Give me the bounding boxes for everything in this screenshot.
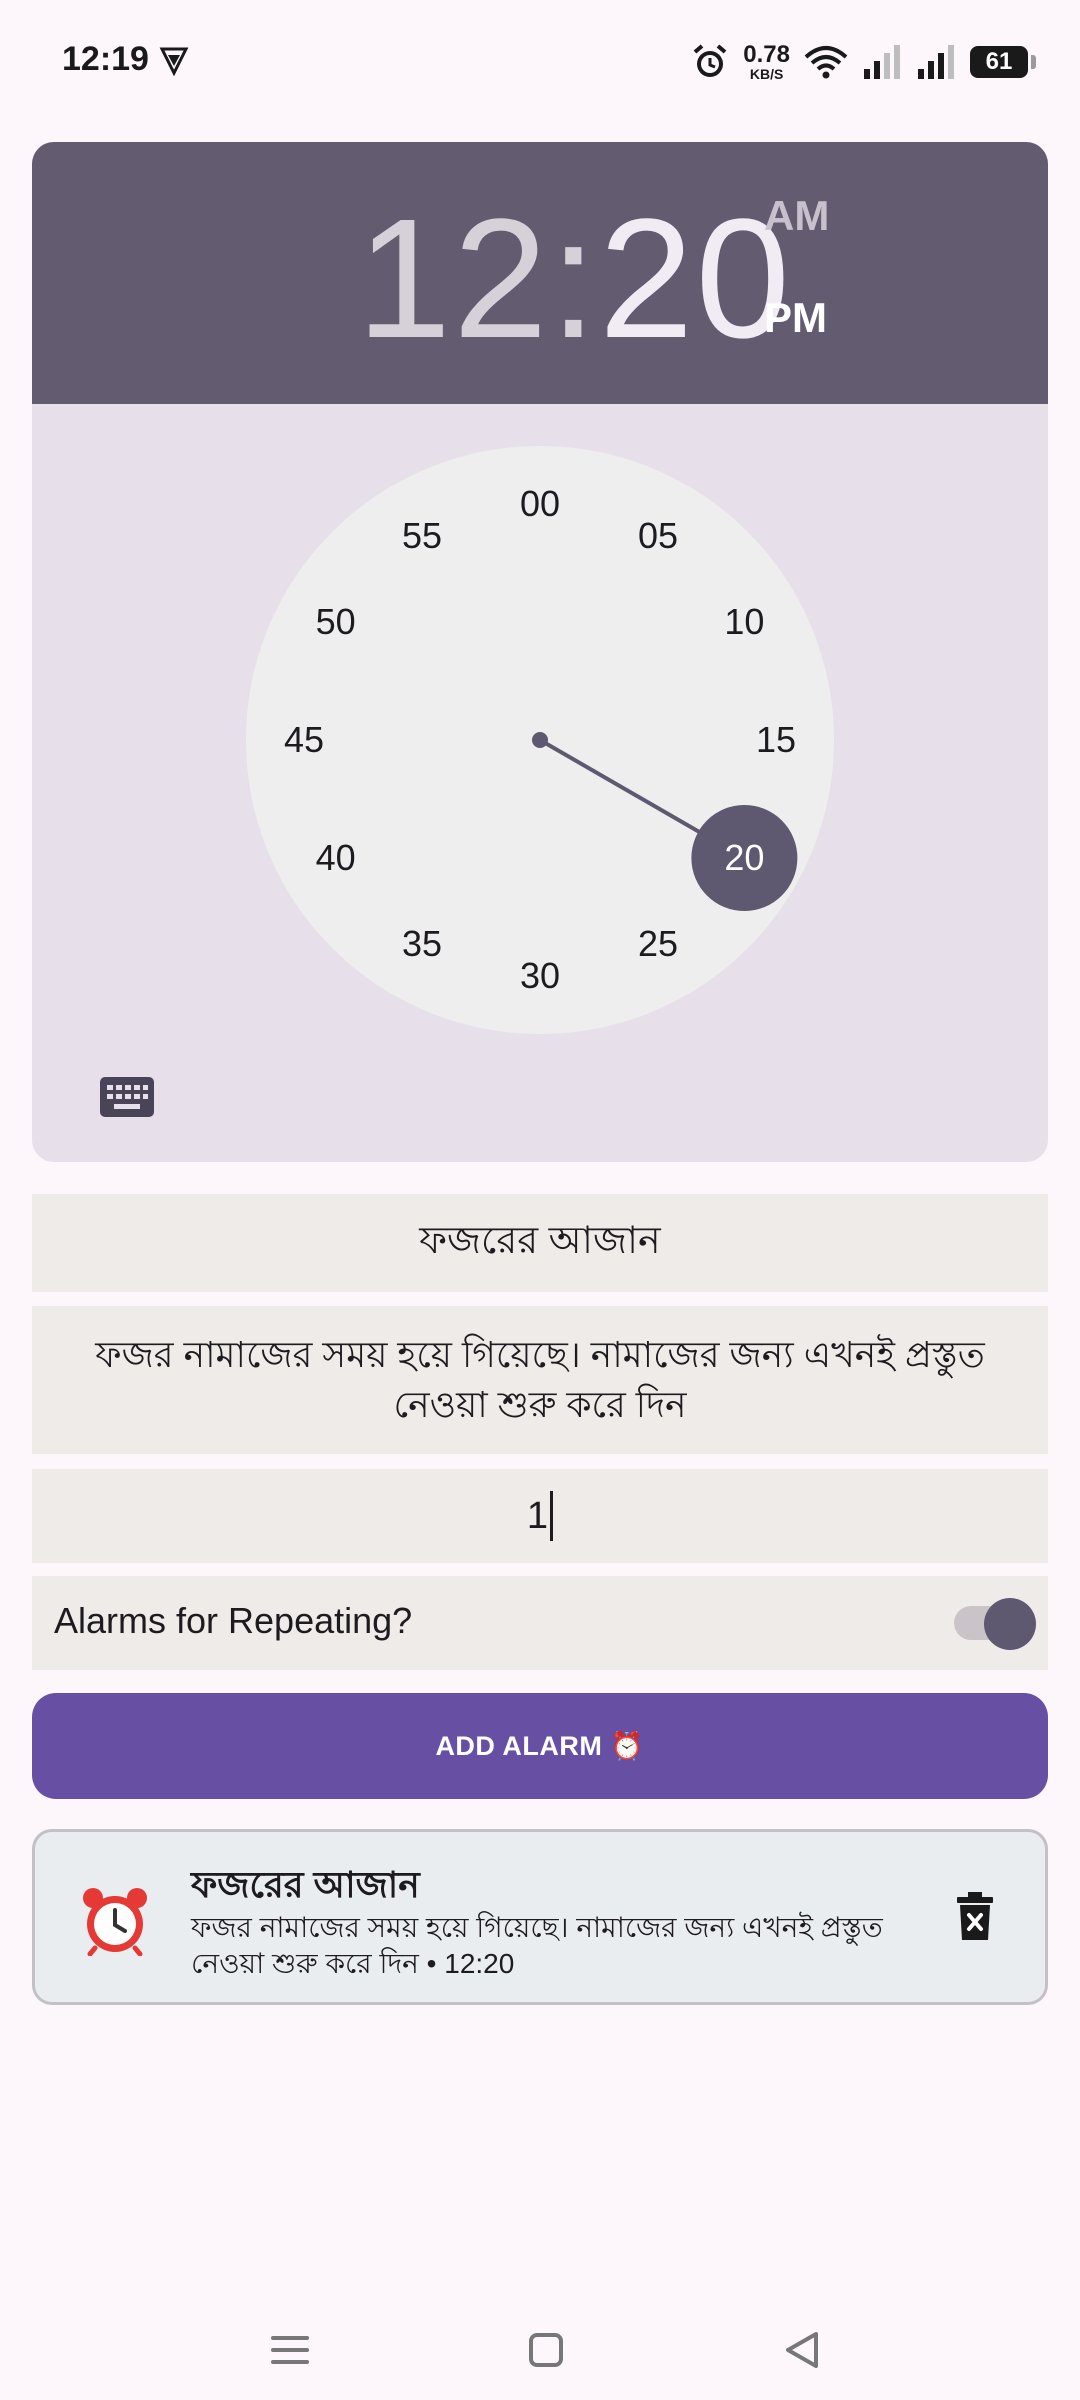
home-icon[interactable] <box>516 2320 576 2380</box>
dial-hand-layer <box>532 732 798 911</box>
dial-number-25[interactable]: 25 <box>638 923 678 965</box>
alarm-title-input[interactable]: ফজরের আজান <box>32 1194 1048 1292</box>
repeat-row: Alarms for Repeating? <box>32 1576 1048 1670</box>
pm-toggle[interactable]: PM <box>764 288 884 348</box>
menu-icon[interactable] <box>260 2320 320 2380</box>
time-separator: : <box>549 184 599 374</box>
alarm-list-item[interactable]: ফজরের আজান ফজর নামাজের সময় হয়ে গিয়েছে… <box>32 1829 1048 2005</box>
dial-number-45[interactable]: 45 <box>284 719 324 761</box>
vpn-shield-icon <box>158 44 190 81</box>
time-picker-header: 12:20 AM PM <box>32 142 1048 404</box>
text-cursor <box>550 1491 554 1541</box>
am-pm-selector: AM PM <box>764 186 884 348</box>
trash-icon[interactable] <box>957 1892 993 1940</box>
alarm-status-icon <box>693 44 727 77</box>
back-icon[interactable] <box>772 2320 832 2380</box>
alarm-count-input[interactable]: 1 <box>32 1469 1048 1563</box>
alarm-clock-icon <box>79 1884 151 1957</box>
wifi-icon <box>804 46 848 79</box>
dial-center <box>532 732 548 748</box>
status-icons: 0.78 KB/S 61 <box>691 38 1036 86</box>
dial-number-00[interactable]: 00 <box>520 483 560 525</box>
time-display: 12:20 <box>32 184 792 374</box>
repeat-toggle[interactable] <box>954 1598 1036 1650</box>
add-alarm-button[interactable]: ADD ALARM ⏰ <box>32 1693 1048 1799</box>
alarm-title-value: ফজরের আজান <box>419 1220 661 1262</box>
dial-number-05[interactable]: 05 <box>638 515 678 557</box>
alarm-message-value: ফজর নামাজের সময় হয়ে গিয়েছে। নামাজের জ… <box>95 1334 985 1425</box>
hour-display[interactable]: 12 <box>357 184 550 374</box>
alarm-message-input[interactable]: ফজর নামাজের সময় হয়ে গিয়েছে। নামাজের জ… <box>32 1306 1048 1454</box>
system-nav-bar <box>0 2300 1080 2400</box>
signal-1-icon <box>864 45 900 79</box>
dial-number-35[interactable]: 35 <box>402 923 442 965</box>
alarm-count-value: 1 <box>526 1494 549 1537</box>
dial-number-40[interactable]: 40 <box>316 837 356 879</box>
alarm-item-subtitle: ফজর নামাজের সময় হয়ে গিয়েছে। নামাজের জ… <box>191 1912 883 1979</box>
dial-number-50[interactable]: 50 <box>316 601 356 643</box>
minute-dial[interactable]: 00 05 10 15 20 25 30 35 40 45 50 55 <box>246 446 834 1034</box>
signal-2-icon <box>918 45 954 79</box>
dial-number-30[interactable]: 30 <box>520 955 560 997</box>
dial-number-55[interactable]: 55 <box>402 515 442 557</box>
dial-number-15[interactable]: 15 <box>756 719 796 761</box>
alarm-item-title: ফজরের আজান <box>191 1864 420 1905</box>
battery-indicator: 61 <box>970 46 1036 78</box>
time-picker: 12:20 AM PM 00 05 10 15 20 25 30 35 40 45 50 55 <box>32 142 1048 1162</box>
dial-number-10[interactable]: 10 <box>724 601 764 643</box>
am-toggle[interactable]: AM <box>764 186 884 246</box>
keyboard-icon[interactable] <box>100 1077 154 1117</box>
repeat-label: Alarms for Repeating? <box>54 1600 413 1641</box>
dial-number-20[interactable]: 20 <box>724 837 764 879</box>
network-speed: 0.78 KB/S <box>743 41 790 82</box>
toggle-thumb <box>984 1598 1036 1650</box>
status-time: 12:19 <box>62 40 149 78</box>
status-bar: 12:19 0.78 KB/S 61 <box>0 0 1080 124</box>
